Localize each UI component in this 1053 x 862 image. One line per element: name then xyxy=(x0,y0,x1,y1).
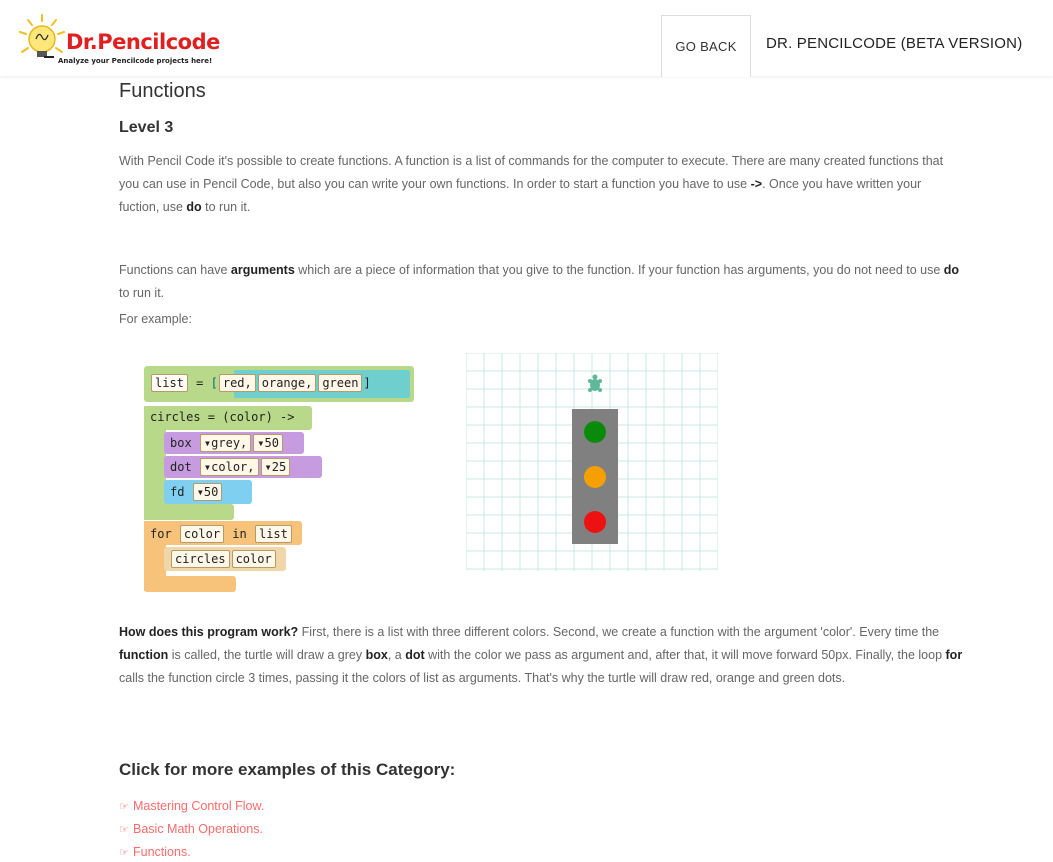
code-line-function-def: circles = (color) -> xyxy=(150,410,295,424)
link-basic-math-operations[interactable]: ☞ Basic Math Operations. xyxy=(119,818,264,841)
level-heading: Level 3 xyxy=(119,119,174,136)
code-line-call: circles color xyxy=(170,550,277,568)
pointing-hand-icon: ☞ xyxy=(119,847,129,859)
arguments-paragraph: Functions can have arguments which are a… xyxy=(119,263,960,300)
logo-title: Dr.Pencilcode xyxy=(66,30,220,54)
more-examples-list: ☞ Mastering Control Flow. ☞ Basic Math Ope… xyxy=(119,795,264,862)
more-examples-heading: Click for more examples of this Category… xyxy=(119,760,456,779)
red-dot xyxy=(584,511,606,533)
brand-version-link[interactable]: DR. PENCILCODE (BETA VERSION) xyxy=(766,35,1022,52)
orange-dot xyxy=(584,466,606,488)
link-functions[interactable]: ☞ Functions. xyxy=(119,841,264,862)
green-dot xyxy=(584,421,606,443)
for-example-label: For example: xyxy=(119,312,192,326)
explanation-paragraph: How does this program work? First, there… xyxy=(119,625,963,685)
code-line-for: for color in list xyxy=(150,525,293,543)
code-line-fd: fd ▾50 xyxy=(170,483,223,501)
turtle-output-svg xyxy=(465,352,719,571)
turtle-output-canvas xyxy=(465,352,719,571)
go-back-button[interactable]: GO BACK xyxy=(661,15,751,77)
block-code-example: list = [red, orange, green] circles = (col… xyxy=(144,364,419,596)
code-line-list: list = [red, orange, green] xyxy=(150,374,371,392)
top-navbar: Dr.Pencilcode Analyze your Pencilcode pr… xyxy=(0,0,1053,77)
pointing-hand-icon: ☞ xyxy=(119,824,129,836)
turtle-icon xyxy=(588,374,602,392)
intro-paragraph: With Pencil Code it's possible to create… xyxy=(119,154,944,214)
code-line-box: box ▾grey, ▾50 xyxy=(170,434,284,452)
link-mastering-control-flow[interactable]: ☞ Mastering Control Flow. xyxy=(119,795,264,818)
page-title: Functions xyxy=(119,80,206,102)
pointing-hand-icon: ☞ xyxy=(119,801,129,813)
code-line-dot: dot ▾color, ▾25 xyxy=(170,458,291,476)
logo-subtitle: Analyze your Pencilcode projects here! xyxy=(58,57,213,65)
logo[interactable]: Dr.Pencilcode Analyze your Pencilcode pr… xyxy=(14,12,244,68)
